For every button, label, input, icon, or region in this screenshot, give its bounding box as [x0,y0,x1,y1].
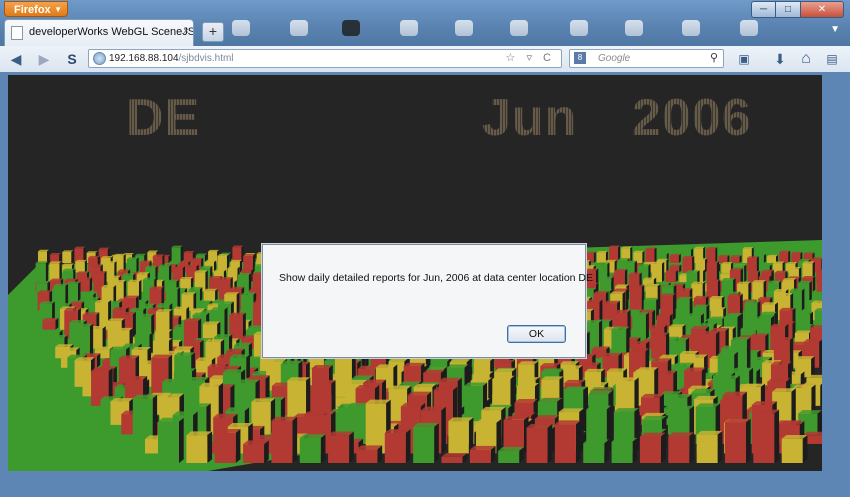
data-bar [243,440,269,463]
data-bar [645,247,657,263]
data-bar [271,416,298,463]
active-tab[interactable]: developerWorks WebGL SceneJS Big Dat... … [4,19,194,46]
alert-message: Show daily detailed reports for Jun, 200… [279,272,594,284]
data-bar [498,447,524,463]
data-bar [651,332,670,359]
data-bar [66,281,81,302]
data-bar [356,445,383,463]
data-bar [639,432,666,463]
data-bar [526,423,553,463]
background-tab[interactable] [510,20,528,36]
data-bar [158,264,172,283]
maximize-button[interactable]: □ [776,1,801,18]
data-bar [706,247,718,263]
back-button[interactable]: ◀ [6,49,26,69]
chevron-down-icon: ▼ [54,5,62,14]
data-bar [62,250,74,263]
data-bar [448,417,474,454]
data-bar [781,434,808,463]
page-icon [11,26,23,40]
data-bar [186,431,213,463]
data-bar [665,270,678,283]
data-bar [725,418,751,463]
stumbleupon-icon[interactable]: S [62,49,82,69]
data-bar [682,256,695,273]
search-input[interactable]: 8 Google ⚲ [569,49,724,68]
data-bar [384,429,411,463]
background-tab[interactable] [682,20,700,36]
month-label: Jun [482,89,578,147]
background-tab[interactable] [625,20,643,36]
data-bar [696,430,723,463]
tab-title: developerWorks WebGL SceneJS Big Dat... [29,26,194,38]
data-bar [816,274,822,292]
data-bar [158,417,184,463]
alert-dialog: Show daily detailed reports for Jun, 200… [262,244,594,358]
title-bar: Firefox ▼ ─ □ ✕ developerWorks WebGL Sce… [0,0,850,46]
address-bar[interactable]: 192.168.88.104/sjbdvis.html ☆ ▿ C [88,49,562,68]
data-bar [611,437,638,463]
bookmarks-icon[interactable]: ▣ [734,49,754,69]
data-bar [413,423,439,463]
forward-button[interactable]: ▶ [34,49,54,69]
data-bar [668,432,695,463]
location-label: DE [126,89,201,147]
search-placeholder: Google [598,53,631,64]
data-bar [813,292,822,302]
data-bar [583,439,609,463]
data-bar [214,429,241,463]
background-tab[interactable] [455,20,473,36]
data-bar [78,277,93,292]
navigation-toolbar: ◀ ▶ S 192.168.88.104/sjbdvis.html ☆ ▿ C … [0,46,850,73]
firefox-menu-button[interactable]: Firefox ▼ [4,1,68,17]
background-tab[interactable] [342,20,360,36]
data-bar [299,434,326,463]
background-tab[interactable] [232,20,250,36]
data-bar [75,259,87,273]
firefox-menu-label: Firefox [14,4,51,16]
data-bar [203,288,218,302]
download-icon[interactable]: ⬇ [770,49,790,69]
home-icon[interactable]: ⌂ [796,49,816,69]
url-path: /sjbdvis.html [178,53,234,64]
data-bar [554,420,581,463]
bookmark-star-icon[interactable]: ☆ ▿ C [506,50,555,67]
new-tab-button[interactable]: + [202,22,224,42]
globe-icon [93,52,106,65]
data-bar [38,249,50,263]
background-tab[interactable] [740,20,758,36]
url-host: 192.168.88.104 [109,53,179,64]
window-controls: ─ □ ✕ [751,1,844,18]
data-bar [629,284,645,311]
data-bar [669,253,681,263]
data-bar [469,445,496,463]
data-bar [42,317,59,330]
data-bar [441,453,468,463]
data-bar [632,312,649,340]
background-tab[interactable] [290,20,308,36]
close-window-button[interactable]: ✕ [801,1,844,18]
data-bar [730,255,742,263]
data-bar [718,255,730,263]
data-bar [39,301,55,321]
search-engine-icon[interactable]: 8 [574,52,586,64]
year-label: 2006 [632,89,752,147]
ok-button[interactable]: OK [507,325,566,343]
list-all-tabs-icon[interactable]: ▼ [830,24,840,35]
background-tab[interactable] [400,20,418,36]
page-content: DE Jun 2006 Show daily detailed reports … [0,72,850,497]
background-tab[interactable] [570,20,588,36]
minimize-button[interactable]: ─ [751,1,776,18]
data-bar [171,245,183,263]
data-bar [706,261,720,283]
data-bar [753,409,780,463]
data-bar [328,431,354,463]
data-bar [35,261,49,283]
addon-icon[interactable]: ▤ [822,49,842,69]
data-bar [779,250,791,263]
search-icon[interactable]: ⚲ [710,50,718,67]
tab-close-icon[interactable]: × [183,20,189,44]
data-bar [747,256,759,273]
